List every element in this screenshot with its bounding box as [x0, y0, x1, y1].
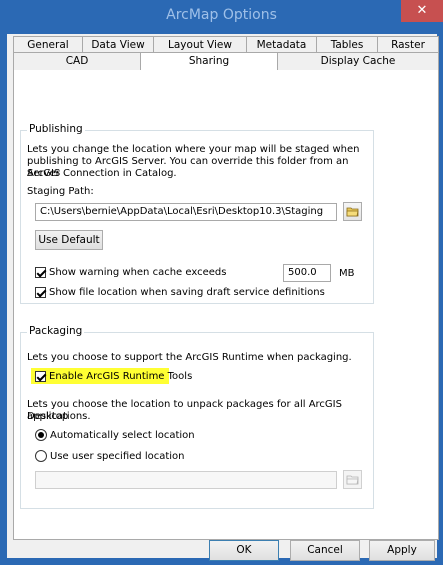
packaging-group: Packaging Lets you choose to support the…: [20, 325, 374, 509]
show-file-location-checkbox[interactable]: [35, 287, 46, 298]
user-location-input: [35, 471, 337, 489]
use-default-button[interactable]: Use Default: [35, 230, 103, 250]
dialog-client: General Data View Layout View Metadata T…: [7, 34, 439, 561]
publishing-group: Publishing Lets you change the location …: [20, 123, 374, 304]
unpack-description-line-2: applications.: [27, 411, 91, 422]
enable-runtime-checkbox[interactable]: [35, 371, 46, 382]
publishing-description-line-3: Server Connection in Catalog.: [27, 168, 177, 179]
browse-user-location-button: [343, 470, 362, 489]
user-location-radio[interactable]: [35, 450, 47, 462]
tab-metadata[interactable]: Metadata: [246, 36, 317, 52]
tab-cad[interactable]: CAD: [13, 52, 141, 70]
tab-raster[interactable]: Raster: [377, 36, 439, 52]
browse-staging-button[interactable]: [343, 202, 362, 221]
auto-location-label: Automatically select location: [50, 430, 195, 441]
tab-general[interactable]: General: [13, 36, 83, 52]
show-warning-checkbox[interactable]: [35, 267, 46, 278]
auto-location-radio[interactable]: [35, 429, 47, 441]
tab-data-view[interactable]: Data View: [82, 36, 154, 52]
cache-unit-label: MB: [339, 268, 355, 279]
ok-button[interactable]: OK: [209, 540, 279, 561]
tab-display-cache[interactable]: Display Cache: [277, 52, 439, 70]
folder-icon: [346, 475, 359, 485]
folder-icon: [346, 207, 359, 217]
close-button[interactable]: ✕: [401, 0, 443, 22]
cache-size-input[interactable]: 500.0: [283, 264, 331, 282]
show-warning-label: Show warning when cache exceeds: [49, 267, 227, 278]
options-window: ArcMap Options ✕ General Data View Layou…: [0, 0, 443, 565]
runtime-description: Lets you choose to support the ArcGIS Ru…: [27, 352, 352, 363]
tab-sharing[interactable]: Sharing: [140, 52, 278, 70]
cancel-button[interactable]: Cancel: [290, 540, 360, 561]
enable-runtime-label: Enable ArcGIS Runtime Tools: [49, 371, 193, 382]
tab-tables[interactable]: Tables: [316, 36, 378, 52]
publishing-description-line-1: Lets you change the location where your …: [27, 144, 360, 155]
window-title: ArcMap Options: [166, 7, 277, 23]
staging-path-label: Staging Path:: [27, 186, 94, 197]
tab-layout-view[interactable]: Layout View: [153, 36, 247, 52]
title-bar[interactable]: ArcMap Options ✕: [0, 0, 443, 34]
sharing-panel: Publishing Lets you change the location …: [13, 70, 439, 540]
staging-path-input[interactable]: C:\Users\bernie\AppData\Local\Esri\Deskt…: [35, 203, 337, 221]
publishing-legend: Publishing: [27, 123, 85, 135]
packaging-legend: Packaging: [27, 325, 85, 337]
user-location-label: Use user specified location: [50, 451, 185, 462]
show-file-location-label: Show file location when saving draft ser…: [49, 287, 325, 298]
apply-button[interactable]: Apply: [369, 540, 435, 561]
close-icon: ✕: [416, 3, 428, 18]
